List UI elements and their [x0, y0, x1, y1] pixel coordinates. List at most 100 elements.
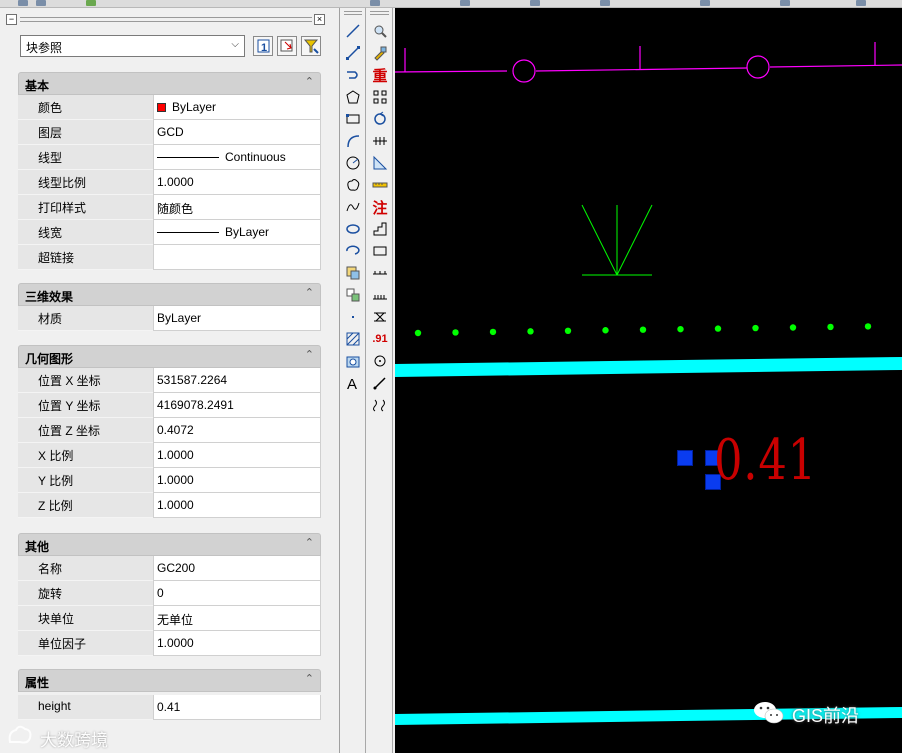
toolbar-icon[interactable] [700, 0, 710, 6]
collapse-up-icon[interactable]: ⌃ [305, 536, 314, 549]
prop-row-layer[interactable]: 图层 GCD [18, 120, 321, 145]
prop-row-rotation[interactable]: 旋转 0 [18, 581, 321, 606]
toolbar-icon[interactable] [36, 0, 46, 6]
prop-row-scale-y[interactable]: Y 比例 1.0000 [18, 468, 321, 493]
cyan-band-upper[interactable] [395, 357, 902, 377]
grid-icon[interactable] [370, 87, 390, 107]
prop-row-name[interactable]: 名称 GC200 [18, 556, 321, 581]
green-dot-row[interactable] [414, 323, 872, 337]
prop-row-scale-x[interactable]: X 比例 1.0000 [18, 443, 321, 468]
rectangle-icon[interactable] [343, 109, 363, 129]
cross-section-icon[interactable] [370, 307, 390, 327]
circle-dot-icon[interactable] [370, 351, 390, 371]
prop-row-lineweight[interactable]: 线宽 ByLayer [18, 220, 321, 245]
prop-value-color[interactable]: ByLayer [153, 95, 321, 120]
prop-row-linetype[interactable]: 线型 Continuous [18, 145, 321, 170]
toolbar-grip[interactable] [370, 11, 389, 15]
revision-cloud-icon[interactable] [343, 175, 363, 195]
leader-icon[interactable] [370, 373, 390, 393]
prop-value-scale-y[interactable]: 1.0000 [153, 468, 321, 493]
collapse-up-icon[interactable]: ⌃ [305, 672, 314, 685]
line-icon[interactable] [343, 21, 363, 41]
collapse-up-icon[interactable]: ⌃ [305, 348, 314, 361]
prop-row-position-y[interactable]: 位置 Y 坐标 4169078.2491 [18, 393, 321, 418]
prop-value-linetype[interactable]: Continuous [153, 145, 321, 170]
prop-value-block-unit[interactable]: 无单位 [153, 606, 321, 631]
rectangle-icon[interactable] [370, 241, 390, 261]
prop-value-linetype-scale[interactable]: 1.0000 [153, 170, 321, 195]
toolbar-icon[interactable] [600, 0, 610, 6]
prop-row-height[interactable]: height 0.41 [18, 695, 321, 720]
drawing-canvas[interactable] [395, 8, 902, 753]
circle-icon[interactable] [343, 153, 363, 173]
refresh-icon[interactable] [370, 109, 390, 129]
polygon-icon[interactable] [343, 87, 363, 107]
section-misc-header[interactable]: 其他 ⌃ [18, 533, 321, 556]
prop-row-scale-z[interactable]: Z 比例 1.0000 [18, 493, 321, 518]
section-3d-header[interactable]: 三维效果 ⌃ [18, 283, 321, 306]
prop-value-plot-style[interactable]: 随颜色 [153, 195, 321, 220]
polyline-icon[interactable] [343, 43, 363, 63]
selection-grip[interactable] [677, 450, 693, 466]
quick-select-button[interactable] [301, 36, 321, 56]
prop-row-position-z[interactable]: 位置 Z 坐标 0.4072 [18, 418, 321, 443]
scale-bar-icon[interactable] [370, 175, 390, 195]
prop-row-position-x[interactable]: 位置 X 坐标 531587.2264 [18, 368, 321, 393]
prop-value-position-x[interactable]: 531587.2264 [153, 368, 321, 393]
dimension-chain-icon[interactable] [370, 131, 390, 151]
dim-ticks-icon[interactable] [370, 285, 390, 305]
multiline-text-icon[interactable]: A [343, 373, 363, 393]
toolbar-icon[interactable] [370, 0, 380, 6]
annotation-text[interactable]: 0.41 [714, 428, 817, 493]
prop-value-position-y[interactable]: 4169078.2491 [153, 393, 321, 418]
collapse-up-icon[interactable]: ⌃ [305, 75, 314, 88]
match-props-icon[interactable] [370, 43, 390, 63]
toolbar-icon[interactable] [530, 0, 540, 6]
measure-icon[interactable] [370, 153, 390, 173]
magenta-pipeline[interactable] [395, 42, 902, 83]
toolbar-grip[interactable] [344, 11, 362, 15]
prop-value-rotation[interactable]: 0 [153, 581, 321, 606]
palette-drag-grip[interactable] [20, 17, 312, 22]
toggle-pickadd-button[interactable]: 1 [253, 36, 273, 56]
select-objects-button[interactable] [277, 36, 297, 56]
prop-row-plot-style[interactable]: 打印样式 随颜色 [18, 195, 321, 220]
prop-value-name[interactable]: GC200 [153, 556, 321, 581]
point-icon[interactable] [343, 307, 363, 327]
green-fan-symbol[interactable] [581, 204, 653, 276]
prop-value-unit-factor[interactable]: 1.0000 [153, 631, 321, 656]
search-icon[interactable] [370, 21, 390, 41]
prop-value-scale-x[interactable]: 1.0000 [153, 443, 321, 468]
toolbar-icon[interactable] [856, 0, 866, 6]
toolbar-icon[interactable] [86, 0, 96, 6]
stair-icon[interactable] [370, 219, 390, 239]
prop-row-unit-factor[interactable]: 单位因子 1.0000 [18, 631, 321, 656]
prop-value-position-z[interactable]: 0.4072 [153, 418, 321, 443]
insert-block-icon[interactable] [343, 263, 363, 283]
annotate-text-icon[interactable]: 注 [370, 197, 390, 217]
arc-polyline-icon[interactable] [343, 65, 363, 85]
prop-value-lineweight[interactable]: ByLayer [153, 220, 321, 245]
spline-icon[interactable] [343, 197, 363, 217]
prop-row-block-unit[interactable]: 块单位 无单位 [18, 606, 321, 631]
region-icon[interactable] [343, 351, 363, 371]
section-geometry-header[interactable]: 几何图形 ⌃ [18, 345, 321, 368]
palette-title-bar[interactable]: − × [4, 14, 328, 26]
section-attributes-header[interactable]: 属性 ⌃ [18, 669, 321, 692]
arc-icon[interactable] [343, 131, 363, 151]
prop-row-color[interactable]: 颜色 ByLayer [18, 95, 321, 120]
prop-value-material[interactable]: ByLayer [153, 306, 321, 331]
hatch-icon[interactable] [343, 329, 363, 349]
heavy-text-icon[interactable]: 重 [370, 65, 390, 85]
elevation-icon[interactable]: .91 [370, 329, 390, 349]
break-line-icon[interactable] [370, 395, 390, 415]
prop-value-scale-z[interactable]: 1.0000 [153, 493, 321, 518]
toolbar-icon[interactable] [460, 0, 470, 6]
prop-row-linetype-scale[interactable]: 线型比例 1.0000 [18, 170, 321, 195]
prop-value-height[interactable]: 0.41 [153, 695, 321, 720]
palette-close-button[interactable]: × [314, 14, 325, 25]
section-basic-header[interactable]: 基本 ⌃ [18, 72, 321, 95]
ellipse-icon[interactable] [343, 219, 363, 239]
prop-value-layer[interactable]: GCD [153, 120, 321, 145]
toolbar-icon[interactable] [780, 0, 790, 6]
